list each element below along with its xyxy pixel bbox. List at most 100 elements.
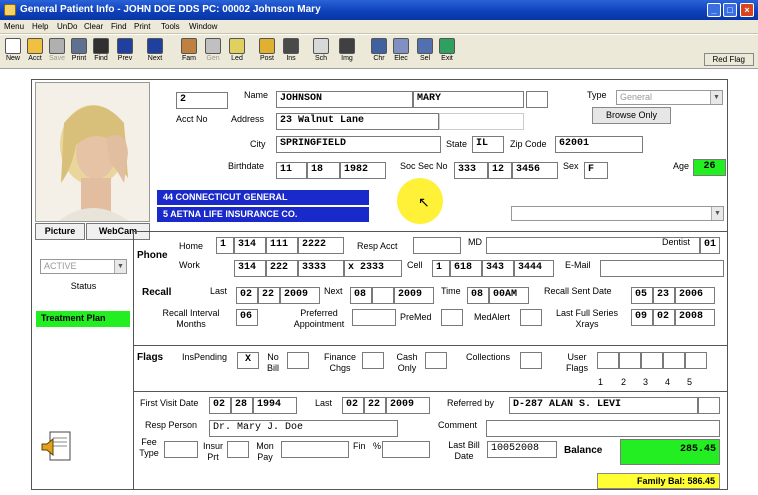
cash-only-checkbox[interactable] bbox=[425, 352, 447, 369]
audio-note-icon[interactable] bbox=[39, 430, 73, 464]
acct-no-field[interactable]: 2 bbox=[176, 92, 228, 109]
city-field[interactable]: SPRINGFIELD bbox=[276, 136, 441, 153]
minimize-button[interactable]: _ bbox=[707, 3, 721, 17]
ssn-part3-field[interactable]: 3456 bbox=[512, 162, 558, 179]
state-field[interactable]: IL bbox=[472, 136, 504, 153]
finance-percent-field[interactable] bbox=[382, 441, 430, 458]
menu-clear[interactable]: Clear bbox=[84, 22, 103, 31]
cell-phone-country-field[interactable]: 1 bbox=[432, 260, 450, 277]
finance-charges-checkbox[interactable] bbox=[362, 352, 384, 369]
birth-month-field[interactable]: 11 bbox=[276, 162, 307, 179]
cell-phone-line-field[interactable]: 3444 bbox=[514, 260, 554, 277]
address-field[interactable]: 23 Walnut Lane bbox=[276, 113, 439, 130]
menu-undo[interactable]: UnDo bbox=[57, 22, 77, 31]
zip-field[interactable]: 62001 bbox=[555, 136, 643, 153]
work-phone-area-field[interactable]: 314 bbox=[234, 260, 266, 277]
collections-checkbox[interactable] bbox=[520, 352, 542, 369]
recall-sent-day-field[interactable]: 23 bbox=[653, 287, 675, 304]
email-field[interactable] bbox=[600, 260, 724, 277]
full-series-day-field[interactable]: 02 bbox=[653, 309, 675, 326]
toolbar-elec-button[interactable]: Elec bbox=[390, 36, 412, 68]
resp-person-field[interactable]: Dr. Mary J. Doe bbox=[209, 420, 398, 437]
home-phone-line-field[interactable]: 2222 bbox=[298, 237, 344, 254]
ssn-part2-field[interactable]: 12 bbox=[488, 162, 512, 179]
resp-acct-field[interactable] bbox=[413, 237, 461, 254]
home-phone-prefix-field[interactable]: 111 bbox=[266, 237, 298, 254]
toolbar-prev-button[interactable]: Prev bbox=[114, 36, 136, 68]
toolbar-sch-button[interactable]: Sch bbox=[310, 36, 332, 68]
middle-initial-field[interactable] bbox=[526, 91, 548, 108]
recall-next-month-field[interactable]: 08 bbox=[350, 287, 372, 304]
first-name-field[interactable]: MARY bbox=[413, 91, 524, 108]
recall-interval-field[interactable]: 06 bbox=[236, 309, 258, 326]
toolbar-acct-button[interactable]: Acct bbox=[24, 36, 46, 68]
last-visit-month-field[interactable]: 02 bbox=[342, 397, 364, 414]
secondary-insurance[interactable]: 5 AETNA LIFE INSURANCE CO. bbox=[157, 207, 369, 222]
preferred-appointment-field[interactable] bbox=[352, 309, 396, 326]
menu-tools[interactable]: Tools bbox=[161, 22, 180, 31]
toolbar-gen-button[interactable]: Gen bbox=[202, 36, 224, 68]
birth-day-field[interactable]: 18 bbox=[307, 162, 340, 179]
close-button[interactable]: × bbox=[740, 3, 754, 17]
referred-by-field[interactable]: D-287 ALAN S. LEVI bbox=[509, 397, 698, 414]
user-flag-1[interactable] bbox=[597, 352, 619, 369]
menu-find[interactable]: Find bbox=[111, 22, 127, 31]
address2-field[interactable] bbox=[439, 113, 524, 130]
fee-type-field[interactable] bbox=[164, 441, 198, 458]
menu-print[interactable]: Print bbox=[134, 22, 150, 31]
toolbar-next-button[interactable]: Next bbox=[144, 36, 166, 68]
last-visit-day-field[interactable]: 22 bbox=[364, 397, 386, 414]
recall-time-hour-field[interactable]: 08 bbox=[467, 287, 489, 304]
cell-phone-prefix-field[interactable]: 343 bbox=[482, 260, 514, 277]
ins-pending-checkbox[interactable]: X bbox=[237, 352, 259, 369]
mon-pay-field[interactable] bbox=[281, 441, 349, 458]
primary-insurance[interactable]: 44 CONNECTICUT GENERAL bbox=[157, 190, 369, 205]
toolbar-exit-button[interactable]: Exit bbox=[436, 36, 458, 68]
browse-only-button[interactable]: Browse Only bbox=[592, 107, 671, 124]
insurance-select[interactable]: ▼ bbox=[511, 206, 724, 221]
sex-field[interactable]: F bbox=[584, 162, 608, 179]
recall-next-year-field[interactable]: 2009 bbox=[394, 287, 434, 304]
toolbar-ins-button[interactable]: Ins bbox=[280, 36, 302, 68]
medalert-checkbox[interactable] bbox=[520, 309, 542, 326]
first-visit-day-field[interactable]: 28 bbox=[231, 397, 253, 414]
user-flag-5[interactable] bbox=[685, 352, 707, 369]
dentist-field[interactable]: 01 bbox=[700, 237, 720, 254]
last-name-field[interactable]: JOHNSON bbox=[276, 91, 413, 108]
no-bill-checkbox[interactable] bbox=[287, 352, 309, 369]
toolbar-sel-button[interactable]: Sel bbox=[414, 36, 436, 68]
premed-checkbox[interactable] bbox=[441, 309, 463, 326]
recall-last-day-field[interactable]: 22 bbox=[258, 287, 280, 304]
ssn-part1-field[interactable]: 333 bbox=[454, 162, 488, 179]
full-series-year-field[interactable]: 2008 bbox=[675, 309, 715, 326]
toolbar-fam-button[interactable]: Fam bbox=[178, 36, 200, 68]
work-phone-prefix-field[interactable]: 222 bbox=[266, 260, 298, 277]
recall-last-year-field[interactable]: 2009 bbox=[280, 287, 320, 304]
last-visit-year-field[interactable]: 2009 bbox=[386, 397, 430, 414]
menu-help[interactable]: Help bbox=[32, 22, 48, 31]
home-phone-country-field[interactable]: 1 bbox=[216, 237, 234, 254]
recall-sent-year-field[interactable]: 2006 bbox=[675, 287, 715, 304]
toolbar-img-button[interactable]: Img bbox=[336, 36, 358, 68]
treatment-plan-button[interactable]: Treatment Plan bbox=[36, 311, 130, 327]
full-series-month-field[interactable]: 09 bbox=[631, 309, 653, 326]
menu-window[interactable]: Window bbox=[189, 22, 217, 31]
toolbar-save-button[interactable]: Save bbox=[46, 36, 68, 68]
work-phone-ext-field[interactable]: x 2333 bbox=[344, 260, 402, 277]
toolbar-chr-button[interactable]: Chr bbox=[368, 36, 390, 68]
toolbar-print-button[interactable]: Print bbox=[68, 36, 90, 68]
maximize-button[interactable]: □ bbox=[723, 3, 737, 17]
tab-picture[interactable]: Picture bbox=[35, 223, 85, 240]
user-flag-3[interactable] bbox=[641, 352, 663, 369]
work-phone-line-field[interactable]: 3333 bbox=[298, 260, 344, 277]
user-flag-2[interactable] bbox=[619, 352, 641, 369]
referred-by-extra-field[interactable] bbox=[698, 397, 720, 414]
recall-time-minute-field[interactable]: 00AM bbox=[489, 287, 529, 304]
first-visit-year-field[interactable]: 1994 bbox=[253, 397, 297, 414]
comment-field[interactable] bbox=[486, 420, 720, 437]
recall-sent-month-field[interactable]: 05 bbox=[631, 287, 653, 304]
cell-phone-area-field[interactable]: 618 bbox=[450, 260, 482, 277]
toolbar-find-button[interactable]: Find bbox=[90, 36, 112, 68]
insur-prt-field[interactable] bbox=[227, 441, 249, 458]
last-bill-date-field[interactable]: 10052008 bbox=[487, 441, 557, 458]
